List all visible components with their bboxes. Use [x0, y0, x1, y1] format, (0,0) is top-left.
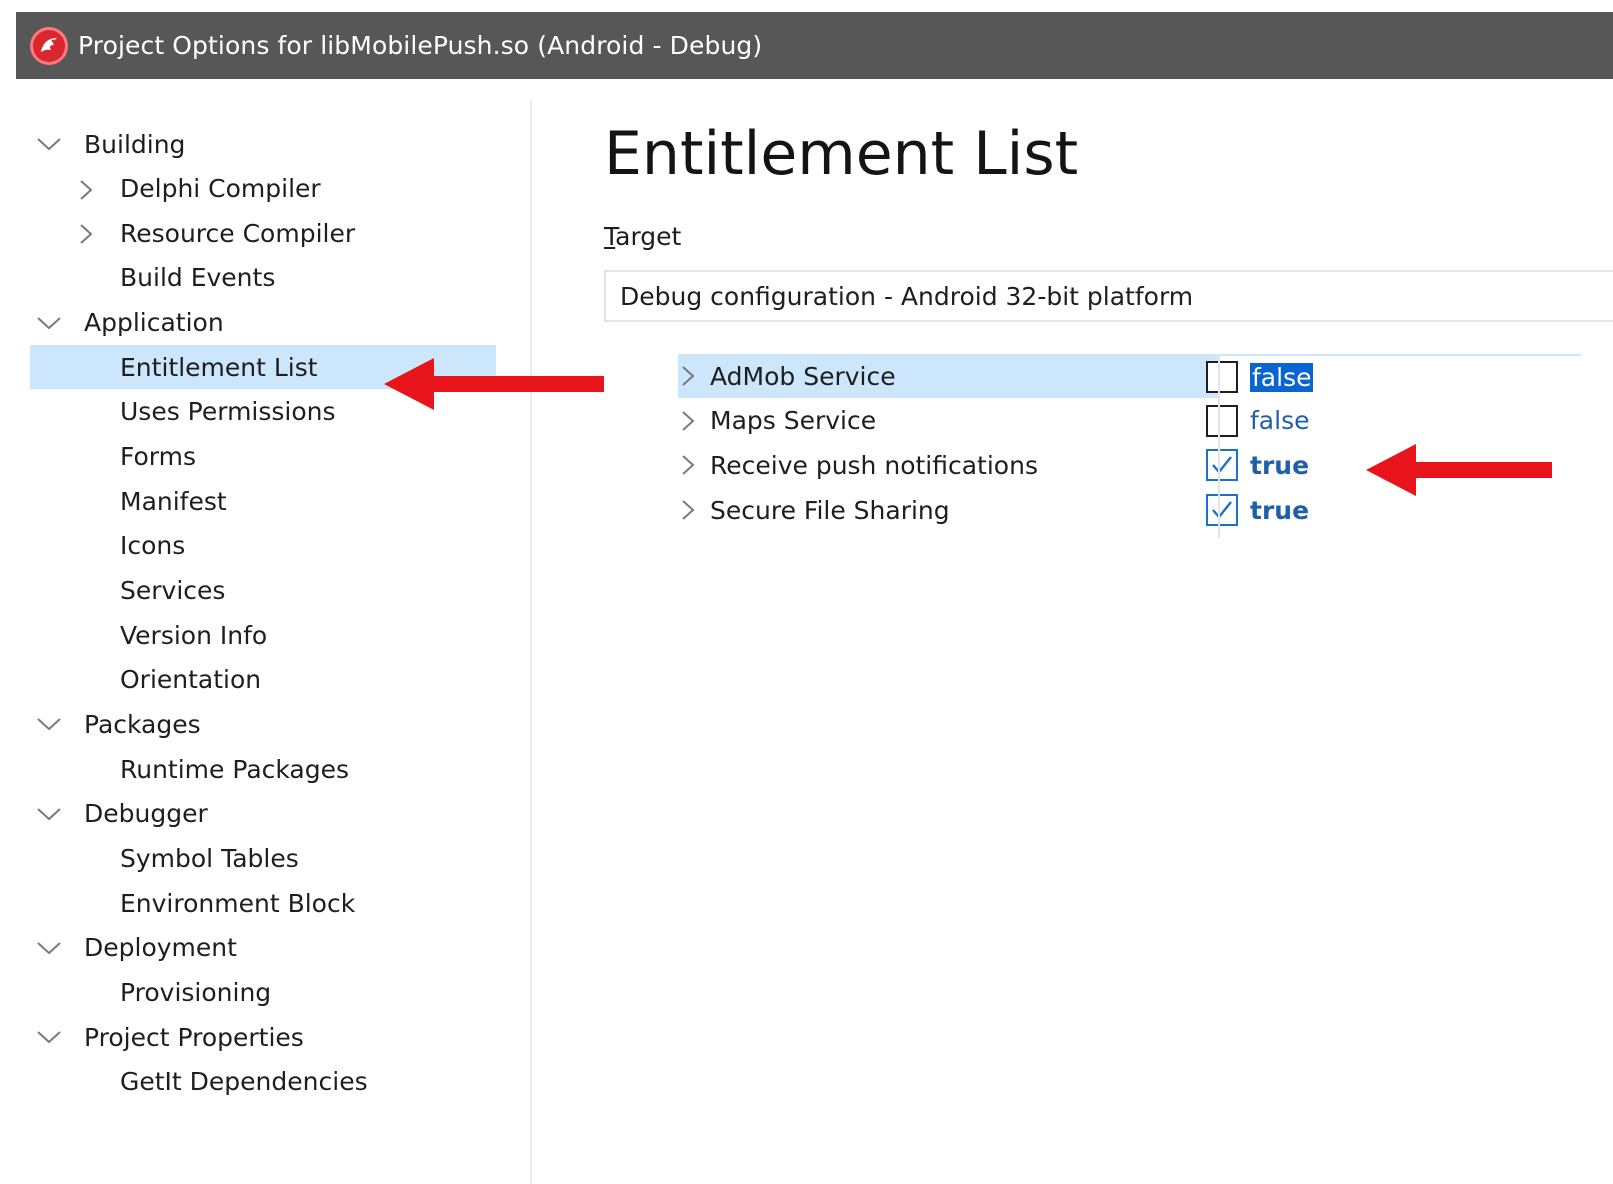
tree-item-label: Build Events [120, 263, 276, 293]
tree-item-label: Resource Compiler [120, 218, 356, 248]
entitlement-value-text: false [1250, 362, 1314, 392]
checkmark-icon [1212, 501, 1232, 519]
tree-item-manifest[interactable]: Manifest [16, 479, 516, 523]
entitlement-name[interactable]: Secure File Sharing [678, 488, 1218, 532]
entitlement-name-label: Maps Service [710, 406, 877, 436]
tree-item-label: Version Info [120, 620, 268, 650]
entitlement-row-maps-service[interactable]: Maps Service false [678, 399, 1613, 443]
chevron-right-icon[interactable] [678, 410, 698, 431]
entitlement-name-label: Receive push notifications [710, 450, 1038, 480]
annotation-arrow-right [1366, 444, 1552, 496]
tree-item-label: Project Properties [84, 1022, 304, 1052]
chevron-down-icon[interactable] [36, 938, 61, 958]
tree-item-provisioning[interactable]: Provisioning [16, 970, 516, 1014]
entitlement-value-text: true [1250, 495, 1310, 525]
checkbox-checked[interactable] [1206, 449, 1238, 482]
entitlement-name-label: AdMob Service [710, 361, 896, 391]
tree-item-label: Forms [120, 442, 197, 472]
tree-item-label: Services [120, 576, 226, 605]
entitlement-name[interactable]: Receive push notifications [678, 443, 1218, 487]
tree-item-label: GetIt Dependencies [120, 1067, 368, 1097]
target-label-rest: arget [615, 222, 682, 251]
checkbox-unchecked[interactable] [1206, 361, 1238, 393]
tree-item-icons[interactable]: Icons [16, 524, 516, 568]
entitlement-value[interactable]: true [1206, 443, 1309, 487]
window-titlebar[interactable]: Project Options for libMobilePush.so (An… [16, 12, 1613, 79]
tree-item-label: Deployment [84, 933, 237, 963]
chevron-right-icon[interactable] [678, 454, 698, 476]
checkbox-checked[interactable] [1206, 494, 1238, 527]
tree-item-application[interactable]: Application [16, 301, 516, 345]
chevron-down-icon[interactable] [36, 1027, 61, 1047]
tree-item-delphi-compiler[interactable]: Delphi Compiler [16, 167, 516, 211]
tree-item-label: Runtime Packages [120, 754, 350, 784]
tree-item-forms[interactable]: Forms [16, 435, 516, 479]
annotation-arrow-left [384, 358, 604, 410]
tree-item-environment-block[interactable]: Environment Block [16, 881, 516, 925]
tree-item-label: Manifest [120, 486, 227, 516]
tree-item-label: Delphi Compiler [120, 174, 321, 204]
tree-item-debugger[interactable]: Debugger [16, 792, 516, 836]
tree-item-packages[interactable]: Packages [16, 702, 516, 746]
target-select-value: Debug configuration - Android 32-bit pla… [620, 281, 1194, 311]
tree-item-deployment[interactable]: Deployment [16, 926, 516, 970]
entitlement-value[interactable]: true [1206, 488, 1309, 532]
window-title: Project Options for libMobilePush.so (An… [78, 31, 763, 60]
tree-item-label: Symbol Tables [120, 843, 299, 873]
entitlement-value-text: true [1250, 450, 1310, 480]
tree-item-building[interactable]: Building [16, 122, 516, 166]
entitlement-value[interactable]: false [1206, 354, 1581, 398]
target-label: Target [604, 222, 681, 251]
page-title: Entitlement List [604, 119, 1079, 189]
tree-item-label: Orientation [120, 665, 262, 695]
tree-item-services[interactable]: Services [16, 569, 516, 613]
chevron-down-icon[interactable] [36, 313, 61, 333]
entitlement-name-label: Secure File Sharing [710, 495, 950, 525]
entitlement-row-admob-service[interactable]: AdMob Service false [678, 354, 1613, 398]
tree-item-label: Packages [84, 709, 201, 739]
checkbox-unchecked[interactable] [1206, 404, 1238, 437]
app-logo-icon [30, 26, 68, 65]
tree-item-project-properties[interactable]: Project Properties [16, 1015, 516, 1059]
tree-item-label: Application [84, 308, 224, 338]
splitter[interactable] [530, 100, 532, 1184]
target-label-mnemonic: T [604, 222, 616, 251]
target-select[interactable]: Debug configuration - Android 32-bit pla… [604, 270, 1613, 322]
tree-item-build-events[interactable]: Build Events [16, 256, 516, 300]
chevron-right-icon[interactable] [76, 223, 96, 245]
tree-item-label: Uses Permissions [120, 397, 336, 427]
checkmark-icon [1212, 456, 1232, 475]
options-tree: Building Delphi Compiler Resource Compiler… [16, 100, 530, 1184]
entitlement-value-text: false [1250, 406, 1310, 436]
chevron-down-icon[interactable] [36, 134, 61, 154]
tree-item-orientation[interactable]: Orientation [16, 658, 516, 702]
tree-item-label: Building [84, 129, 186, 159]
tree-item-label: Environment Block [120, 888, 356, 918]
grid-column-divider[interactable] [1218, 354, 1220, 538]
tree-item-label: Icons [120, 531, 186, 561]
chevron-right-icon[interactable] [678, 365, 698, 386]
chevron-right-icon[interactable] [76, 179, 96, 200]
tree-item-runtime-packages[interactable]: Runtime Packages [16, 747, 516, 791]
tree-item-label: Debugger [84, 799, 208, 829]
chevron-down-icon[interactable] [36, 804, 61, 824]
tree-item-version-info[interactable]: Version Info [16, 613, 516, 657]
tree-item-symbol-tables[interactable]: Symbol Tables [16, 836, 516, 880]
tree-item-label: Entitlement List [120, 352, 318, 382]
entitlement-name[interactable]: AdMob Service [678, 354, 1218, 398]
tree-item-label: Provisioning [120, 977, 272, 1007]
tree-item-resource-compiler[interactable]: Resource Compiler [16, 211, 516, 255]
tree-item-getit-dependencies[interactable]: GetIt Dependencies [16, 1060, 516, 1104]
entitlement-value[interactable]: false [1206, 399, 1309, 443]
chevron-down-icon[interactable] [36, 714, 61, 734]
chevron-right-icon[interactable] [678, 499, 698, 520]
entitlement-name[interactable]: Maps Service [678, 399, 1218, 443]
